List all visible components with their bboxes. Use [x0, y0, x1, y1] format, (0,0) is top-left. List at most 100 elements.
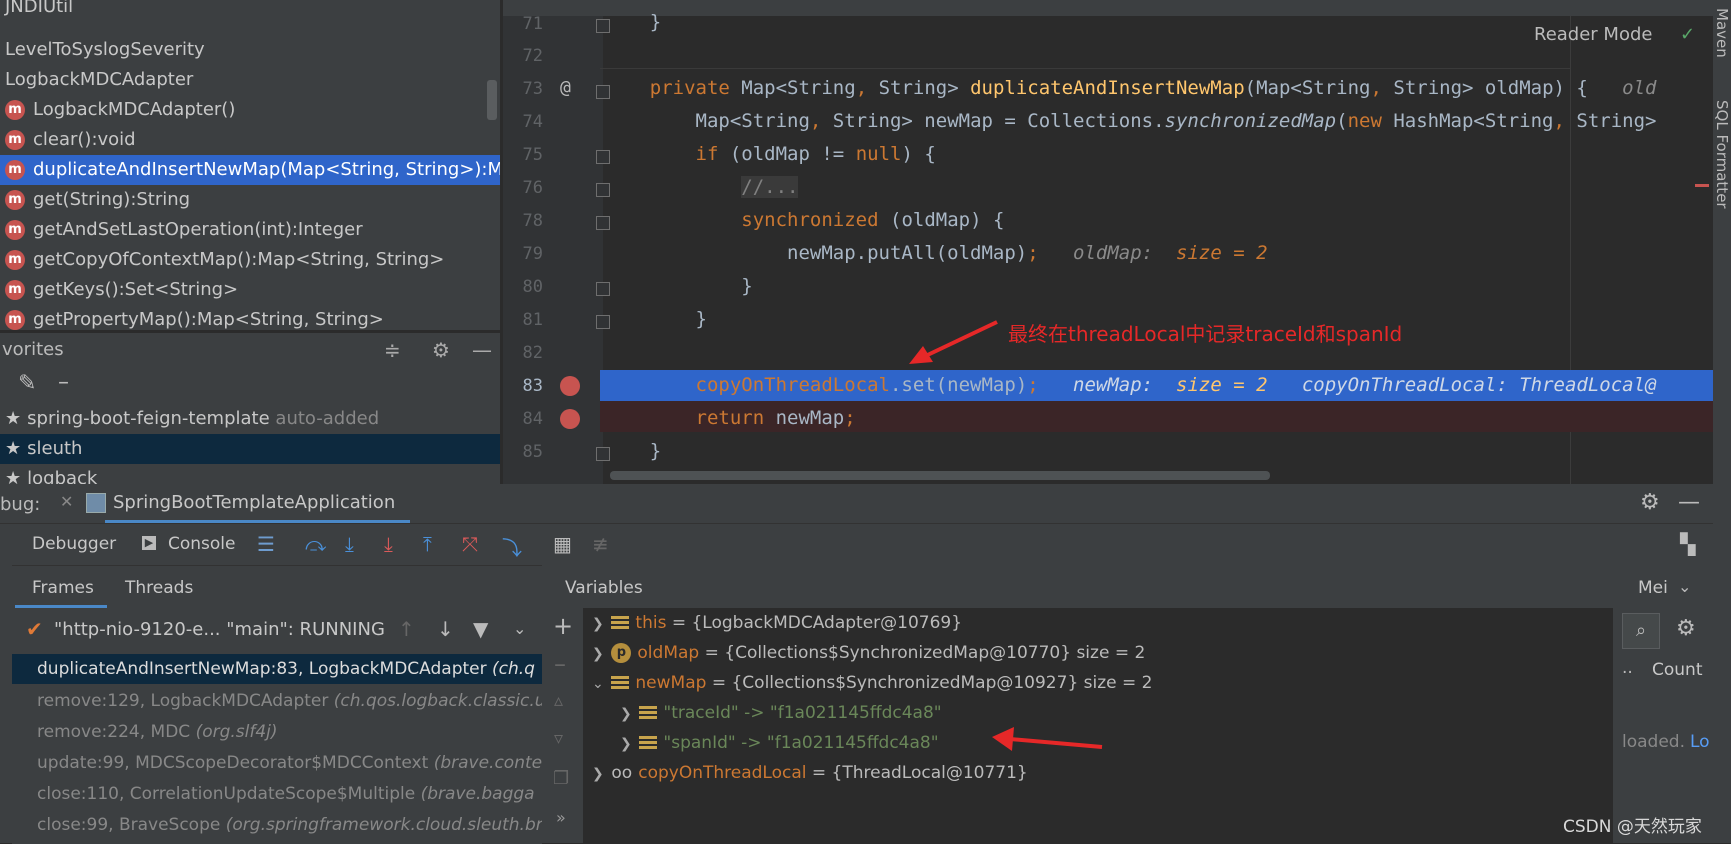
map-entry-row[interactable]: ❯ "spanId" -> "f1a021145ffdc4a8"	[620, 728, 939, 758]
tree-item-method[interactable]: m getAndSetLastOperation(int):Integer	[0, 215, 500, 245]
arrow-down-icon[interactable]: ↓	[437, 617, 454, 641]
remove-icon[interactable]: –	[58, 370, 69, 395]
frame-row[interactable]: close:99, BraveScope (org.springframewor…	[12, 810, 542, 840]
code-line: synchronized (oldMap) {	[741, 209, 1005, 231]
minimize-icon[interactable]: —	[472, 333, 492, 367]
threads-tab[interactable]: Threads	[125, 578, 193, 598]
console-icon: ▶	[142, 536, 156, 550]
editor-tab-bar[interactable]	[503, 0, 1713, 16]
gear-icon[interactable]: ⚙	[1676, 616, 1696, 641]
frame-row[interactable]: remove:129, LogbackMDCAdapter (ch.qos.lo…	[12, 686, 542, 716]
console-tab[interactable]: Console	[168, 534, 236, 554]
chevron-down-icon[interactable]: ⌄	[592, 669, 606, 699]
tree-item-method[interactable]: m getKeys():Set<String>	[0, 275, 500, 305]
chevron-right-icon[interactable]: ❯	[620, 729, 634, 759]
line-number: 71	[522, 14, 543, 34]
frames-tab[interactable]: Frames	[32, 578, 94, 598]
filter-icon[interactable]: ▼	[473, 617, 488, 641]
gear-icon[interactable]: ⚙	[432, 333, 450, 367]
frame-row[interactable]: remove:224, MDC (org.slf4j)	[12, 717, 542, 747]
chevron-right-icon[interactable]: ❯	[620, 699, 634, 729]
tree-item-method[interactable]: m get(String):String	[0, 185, 500, 215]
tree-item-class[interactable]: LogbackMDCAdapter	[0, 65, 500, 95]
maven-tool-tab[interactable]: Maven	[1713, 8, 1731, 58]
frame-row[interactable]: update:99, MDCScopeDecorator$MDCContext …	[12, 748, 542, 778]
arrow-up-icon[interactable]: ↑	[398, 617, 415, 641]
variable-row-expanded[interactable]: ⌄ newMap = {Collections$SynchronizedMap@…	[592, 668, 1153, 698]
code-line: if (oldMap != null) {	[695, 143, 936, 165]
thread-selector[interactable]: "http-nio-9120-e... "main": RUNNING	[54, 619, 385, 640]
run-config-tab[interactable]: SpringBootTemplateApplication	[113, 492, 395, 513]
move-up-icon[interactable]: ▵	[554, 690, 563, 711]
evaluate-icon[interactable]: ▦	[553, 532, 572, 556]
favorite-item-selected[interactable]: ★ sleuth	[0, 434, 500, 464]
memory-tab[interactable]: Mei	[1638, 578, 1668, 598]
gear-icon[interactable]: ⚙	[1640, 490, 1660, 515]
favorite-item[interactable]: ★ logback	[0, 464, 500, 484]
run-to-cursor-icon[interactable]: ⤵	[502, 532, 522, 561]
step-over-icon[interactable]: ⤼	[305, 532, 326, 556]
debugger-tab[interactable]: Debugger	[32, 534, 116, 554]
editor-horizontal-scrollbar[interactable]	[610, 471, 1270, 480]
chevron-right-icon[interactable]: ❯	[592, 609, 606, 639]
tree-item-class[interactable]: LevelToSyslogSeverity	[0, 35, 500, 65]
close-tab-icon[interactable]: ✕	[60, 492, 73, 511]
more-icon[interactable]: »	[556, 808, 566, 827]
variable-row[interactable]: ❯ oo copyOnThreadLocal = {ThreadLocal@107…	[592, 758, 1028, 788]
tree-item-method-selected[interactable]: m duplicateAndInsertNewMap(Map<String, St…	[0, 155, 500, 185]
method-icon: m	[5, 280, 25, 300]
field-icon	[611, 676, 630, 690]
reader-mode-button[interactable]: Reader Mode	[1534, 24, 1652, 45]
breakpoint-icon[interactable]	[560, 409, 580, 429]
favorite-item[interactable]: ★ spring-boot-feign-template auto-added	[0, 404, 500, 434]
add-watch-icon[interactable]: +	[553, 612, 573, 640]
method-icon: m	[5, 100, 25, 120]
trace-icon[interactable]: ≢	[592, 532, 609, 556]
variable-row[interactable]: ❯ this = {LogbackMDCAdapter@10769}	[592, 608, 962, 638]
layout-icon[interactable]: ☰	[257, 532, 275, 556]
collapse-icon[interactable]: ≑	[384, 333, 401, 367]
project-scrollbar[interactable]	[487, 80, 497, 120]
force-step-into-icon[interactable]: ⤓	[384, 532, 393, 556]
project-panel: JNDIUtil LevelToSyslogSeverity LogbackMD…	[0, 0, 500, 330]
search-icon[interactable]: ⌕	[1622, 613, 1660, 649]
code-line: return newMap;	[695, 407, 856, 429]
tree-item-method[interactable]: m clear():void	[0, 125, 500, 155]
line-number: 83	[522, 376, 543, 396]
chevron-right-icon[interactable]: ❯	[592, 639, 606, 669]
drop-frame-icon[interactable]: ⤧	[462, 532, 478, 556]
tree-item-class[interactable]: JNDIUtil	[0, 0, 500, 22]
move-down-icon[interactable]: ▿	[554, 728, 563, 749]
line-number: 79	[522, 244, 543, 264]
map-entry-row[interactable]: ❯ "traceId" -> "f1a021145ffdc4a8"	[620, 698, 942, 728]
frame-row-selected[interactable]: duplicateAndInsertNewMap:83, LogbackMDCA…	[12, 654, 542, 684]
watermark: CSDN @天然玩家	[1563, 817, 1702, 837]
minimize-icon[interactable]: —	[1678, 490, 1700, 515]
star-icon: ★	[5, 408, 22, 429]
debug-toolbar: Debugger ▶ Console ☰ ⤼ ⤓ ⤓ ⤒ ⤧ ⤵ ▦ ≢ ▚	[0, 523, 1713, 566]
remove-watch-icon[interactable]: –	[554, 650, 566, 678]
step-into-icon[interactable]: ⤓	[345, 532, 354, 556]
tree-item-method[interactable]: m LogbackMDCAdapter()	[0, 95, 500, 125]
chevron-down-icon[interactable]: ⌄	[1678, 577, 1691, 596]
line-number: 81	[522, 310, 543, 330]
error-stripe-mark[interactable]	[1695, 184, 1709, 187]
breakpoint-icon[interactable]	[560, 376, 580, 396]
chevron-right-icon[interactable]: ❯	[592, 759, 606, 789]
variable-row[interactable]: ❯ p oldMap = {Collections$SynchronizedMap…	[592, 638, 1145, 668]
star-icon: ★	[5, 468, 22, 484]
copy-icon[interactable]: ❐	[553, 768, 569, 789]
method-icon: m	[5, 160, 25, 180]
override-marker-icon[interactable]: @	[560, 77, 571, 98]
line-number: 82	[522, 343, 543, 363]
load-classes-link[interactable]: Lo	[1690, 732, 1710, 752]
sql-formatter-tool-tab[interactable]: SQL Formatter	[1713, 100, 1731, 209]
tree-item-method[interactable]: m getPropertyMap():Map<String, String>	[0, 305, 500, 330]
step-out-icon[interactable]: ⤒	[423, 532, 432, 556]
edit-icon[interactable]: ✎	[18, 371, 36, 396]
tree-item-method[interactable]: m getCopyOfContextMap():Map<String, Strin…	[0, 245, 500, 275]
frame-row[interactable]: close:110, CorrelationUpdateScope$Multip…	[12, 779, 542, 809]
chevron-down-icon[interactable]: ⌄	[513, 619, 526, 638]
restore-layout-icon[interactable]: ▚	[1680, 532, 1695, 556]
count-column-header[interactable]: Count	[1652, 660, 1703, 680]
